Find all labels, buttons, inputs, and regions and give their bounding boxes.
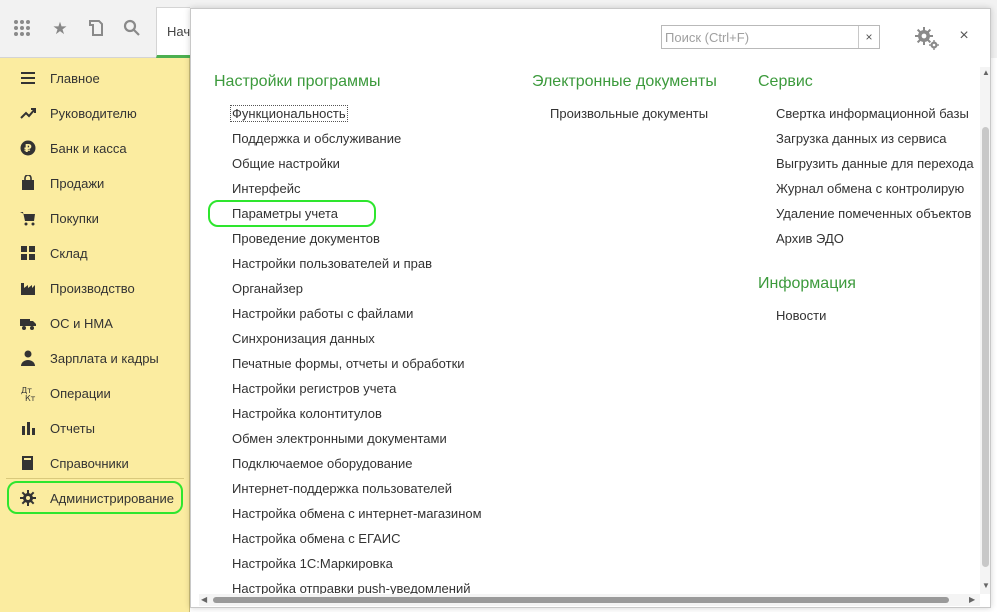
book-icon [20, 455, 36, 471]
link-equipment[interactable]: Подключаемое оборудование [232, 456, 413, 471]
link-edoc-exchange[interactable]: Обмен электронными документами [232, 431, 447, 446]
link-egais[interactable]: Настройка обмена с ЕГАИС [232, 531, 401, 546]
link-marking[interactable]: Настройка 1С:Маркировка [232, 556, 393, 571]
shopping-bag-icon [20, 174, 36, 191]
sidebar-item-label: Продажи [50, 176, 105, 191]
sidebar-item-label: Зарплата и кадры [50, 351, 159, 366]
sidebar-item-catalogs[interactable]: Справочники [0, 445, 189, 480]
sidebar-item-purchases[interactable]: Покупки [0, 200, 189, 235]
link-load-from-service[interactable]: Загрузка данных из сервиса [776, 131, 947, 146]
link-export-for-transfer[interactable]: Выгрузить данные для перехода [776, 156, 974, 171]
scroll-right-arrow-icon[interactable]: ▶ [969, 596, 975, 604]
link-eshop-exchange[interactable]: Настройка обмена с интернет-магазином [232, 506, 482, 521]
highlight-administration [7, 481, 183, 514]
sidebar-item-label: Покупки [50, 211, 99, 226]
vertical-scrollbar[interactable]: ▲ ▼ [980, 67, 990, 594]
sidebar-item-main[interactable]: Главное [0, 60, 189, 95]
sections-panel: Главное Руководителю ₽ Банк и касса Прод… [0, 58, 190, 612]
sidebar-item-label: Отчеты [50, 421, 95, 436]
horizontal-scroll-thumb[interactable] [213, 597, 949, 603]
link-interface[interactable]: Интерфейс [232, 181, 300, 196]
sidebar-item-label: Операции [50, 386, 111, 401]
svg-text:Кт: Кт [25, 394, 36, 401]
trend-chart-icon [20, 105, 36, 121]
link-support[interactable]: Поддержка и обслуживание [232, 131, 401, 146]
cart-icon [20, 210, 36, 226]
vertical-scroll-thumb[interactable] [982, 127, 989, 567]
link-db-collapse[interactable]: Свертка информационной базы [776, 106, 969, 121]
sidebar-item-label: Главное [50, 71, 100, 86]
bar-chart-icon [20, 420, 36, 436]
link-delete-marked[interactable]: Удаление помеченных объектов [776, 206, 971, 221]
factory-icon [20, 280, 36, 296]
scroll-down-arrow-icon[interactable]: ▼ [982, 582, 990, 590]
sidebar-item-label: Склад [50, 246, 88, 261]
history-icon[interactable] [85, 18, 107, 40]
link-data-sync[interactable]: Синхронизация данных [232, 331, 375, 346]
settings-gear-icon[interactable] [914, 25, 940, 51]
highlight-accounting-params [208, 200, 376, 227]
link-headers-footers[interactable]: Настройка колонтитулов [232, 406, 382, 421]
close-panel-button[interactable]: × [956, 27, 972, 45]
link-online-support[interactable]: Интернет-поддержка пользователей [232, 481, 452, 496]
sidebar-item-label: Справочники [50, 456, 129, 471]
search-icon[interactable] [121, 18, 143, 40]
sidebar-divider [6, 478, 184, 479]
menu-lines-icon [20, 70, 36, 86]
sidebar-item-operations[interactable]: Дт Кт Операции [0, 375, 189, 410]
sidebar-item-label: Производство [50, 281, 135, 296]
sidebar-item-salary[interactable]: Зарплата и кадры [0, 340, 189, 375]
search-box: × [661, 25, 880, 49]
sidebar-item-sales[interactable]: Продажи [0, 165, 189, 200]
clear-search-button[interactable]: × [858, 26, 879, 48]
link-organizer[interactable]: Органайзер [232, 281, 303, 296]
apps-grid-icon[interactable] [11, 18, 33, 40]
functions-panel: × × Настройки программы Функциональность… [190, 8, 991, 608]
scroll-left-arrow-icon[interactable]: ◀ [201, 596, 207, 604]
sidebar-item-reports[interactable]: Отчеты [0, 410, 189, 445]
scroll-up-arrow-icon[interactable]: ▲ [982, 69, 990, 77]
sidebar-item-bank[interactable]: ₽ Банк и касса [0, 130, 189, 165]
sidebar-item-manager[interactable]: Руководителю [0, 95, 189, 130]
section-heading-info: Информация [758, 275, 856, 292]
star-icon[interactable]: ★ [49, 18, 71, 40]
link-print-forms[interactable]: Печатные формы, отчеты и обработки [232, 356, 465, 371]
sidebar-item-warehouse[interactable]: Склад [0, 235, 189, 270]
link-edo-archive[interactable]: Архив ЭДО [776, 231, 844, 246]
link-functionality[interactable]: Функциональность [230, 105, 348, 122]
link-news[interactable]: Новости [776, 308, 826, 323]
svg-text:₽: ₽ [24, 142, 32, 155]
link-general-settings[interactable]: Общие настройки [232, 156, 340, 171]
sidebar-item-production[interactable]: Производство [0, 270, 189, 305]
sidebar-item-label: ОС и НМА [50, 316, 113, 331]
top-toolbar: ★ Начальная страница [0, 0, 200, 58]
link-document-posting[interactable]: Проведение документов [232, 231, 380, 246]
link-users-rights[interactable]: Настройки пользователей и прав [232, 256, 432, 271]
link-registers[interactable]: Настройки регистров учета [232, 381, 396, 396]
link-file-settings[interactable]: Настройки работы с файлами [232, 306, 413, 321]
ruble-coin-icon: ₽ [20, 140, 36, 156]
person-icon [20, 350, 36, 366]
search-input[interactable] [662, 26, 859, 48]
section-heading-service: Сервис [758, 73, 813, 90]
link-arbitrary-docs[interactable]: Произвольные документы [550, 106, 708, 121]
sidebar-item-label: Руководителю [50, 106, 137, 121]
sidebar-item-assets[interactable]: ОС и НМА [0, 305, 189, 340]
horizontal-scrollbar[interactable]: ◀ ▶ [199, 594, 980, 606]
link-exchange-log[interactable]: Журнал обмена с контролирую [776, 181, 964, 196]
truck-icon [20, 315, 36, 331]
section-heading-settings: Настройки программы [214, 73, 381, 90]
section-heading-edocs: Электронные документы [532, 73, 717, 90]
warehouse-boxes-icon [20, 245, 36, 261]
dt-kt-icon: Дт Кт [20, 385, 36, 403]
sidebar-item-label: Банк и касса [50, 141, 127, 156]
